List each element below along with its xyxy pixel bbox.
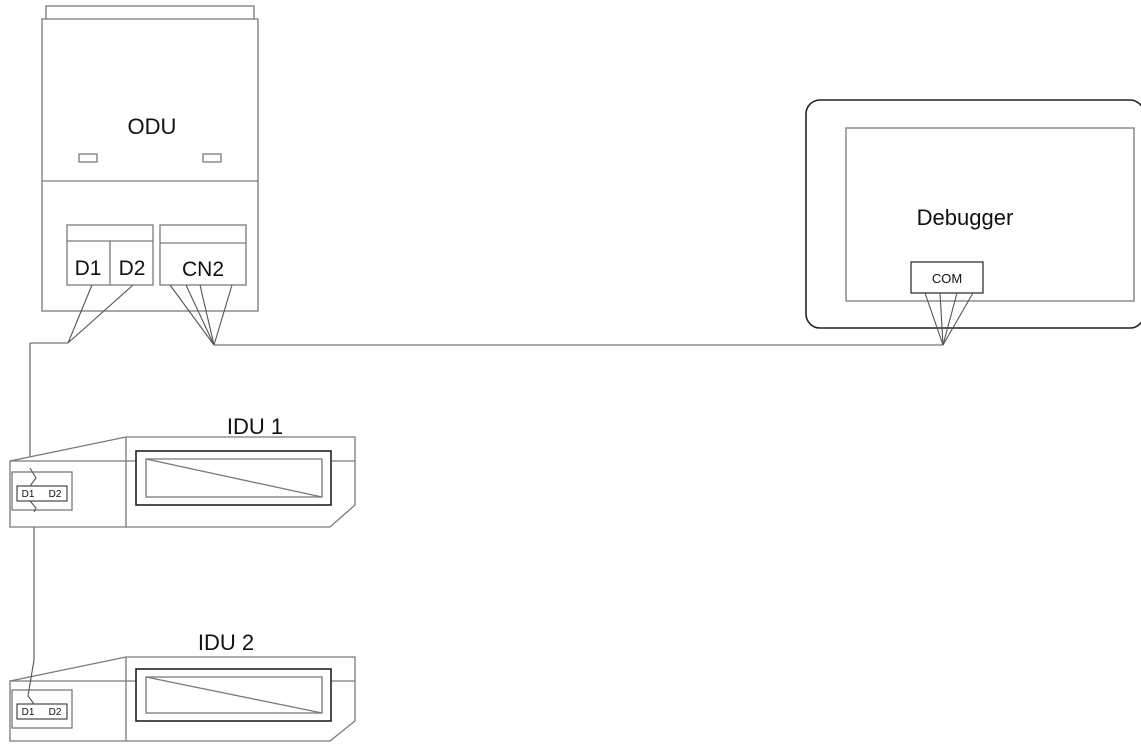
odu-terminal-cn2-label: CN2 (182, 258, 224, 281)
idu-2-label: IDU 2 (198, 630, 254, 655)
odu-terminal-d2-label: D2 (119, 257, 146, 280)
odu-unit: ODU D1 D2 CN2 (41, 5, 259, 312)
odu-d1-d2-terminal: D1 D2 (66, 224, 154, 286)
idu-1-terminal-d1: D1 (22, 489, 35, 500)
odu-cn2-terminal: CN2 (159, 224, 247, 286)
idu-1-label: IDU 1 (227, 414, 283, 439)
odu-top-cap (45, 5, 255, 21)
debugger-unit: Debugger COM (805, 99, 1141, 329)
debugger-label: Debugger (917, 205, 1014, 230)
idu-2-unit: IDU 2 D1 D2 (9, 630, 356, 742)
idu-1-unit: IDU 1 D1 D2 (9, 414, 356, 528)
idu-1-terminal-d2: D2 (49, 489, 62, 500)
odu-label: ODU (128, 114, 177, 139)
idu-2-terminal-d2: D2 (49, 707, 62, 718)
debugger-com-label: COM (932, 271, 962, 286)
wiring-diagram: ODU D1 D2 CN2 Debugger COM IDU 1 D1 D2 I… (9, 5, 1141, 742)
idu-2-terminal-d1: D1 (22, 707, 35, 718)
odu-vent-right (202, 153, 222, 163)
odu-terminal-d1-label: D1 (75, 257, 102, 280)
odu-vent-left (78, 153, 98, 163)
